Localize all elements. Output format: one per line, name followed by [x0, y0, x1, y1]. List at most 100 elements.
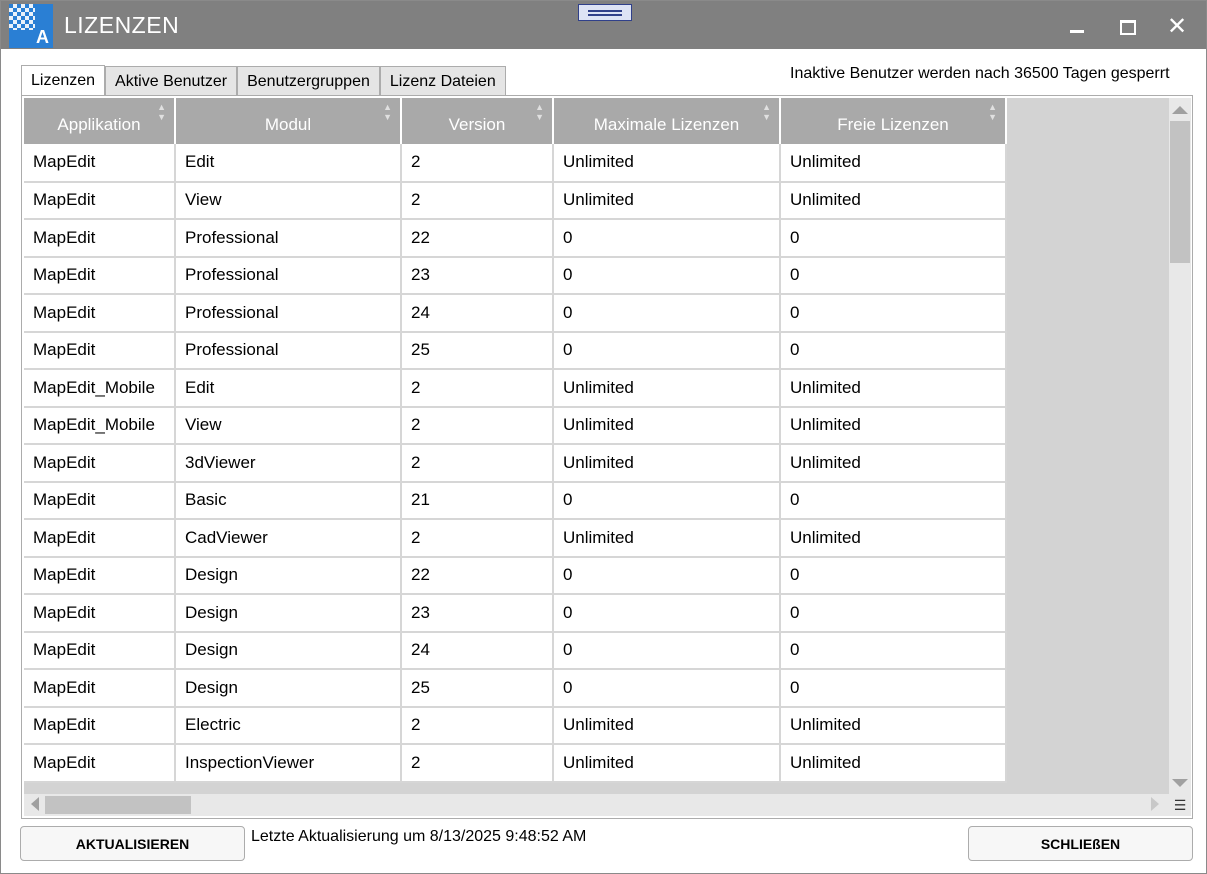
app-logo-icon: A [9, 4, 53, 48]
cell-modul: Design [175, 556, 402, 595]
license-window: A LIZENZEN ✕ Lizenzen Aktive Benutzer Be… [0, 0, 1207, 874]
close-button[interactable]: SCHLIEßEN [968, 826, 1193, 861]
cell-applikation: MapEdit [24, 294, 176, 333]
cell-modul: 3dViewer [175, 444, 402, 483]
table-row[interactable]: MapEdit Design 22 0 0 [24, 556, 1007, 595]
maximize-icon[interactable] [1112, 11, 1142, 41]
cell-maximale-lizenzen: 0 [553, 556, 781, 595]
cell-freie-lizenzen: 0 [780, 594, 1007, 633]
title-bar[interactable]: A LIZENZEN ✕ [1, 1, 1206, 49]
table-row[interactable]: MapEdit CadViewer 2 Unlimited Unlimited [24, 519, 1007, 558]
cell-freie-lizenzen: Unlimited [780, 706, 1007, 745]
cell-version: 2 [401, 406, 554, 445]
cell-maximale-lizenzen: 0 [553, 631, 781, 670]
table-row[interactable]: MapEdit 3dViewer 2 Unlimited Unlimited [24, 444, 1007, 483]
horizontal-scroll-thumb[interactable] [45, 796, 191, 814]
cell-maximale-lizenzen: 0 [553, 256, 781, 295]
tab-lizenz-dateien[interactable]: Lizenz Dateien [379, 66, 506, 97]
cell-maximale-lizenzen: Unlimited [553, 181, 781, 220]
sort-icon: ▲ ▼ [383, 102, 392, 122]
cell-version: 2 [401, 369, 554, 408]
cell-version: 2 [401, 444, 554, 483]
cell-maximale-lizenzen: 0 [553, 669, 781, 708]
cell-modul: Professional [175, 256, 402, 295]
cell-maximale-lizenzen: Unlimited [553, 744, 781, 783]
cell-freie-lizenzen: 0 [780, 669, 1007, 708]
table-row[interactable]: MapEdit_Mobile View 2 Unlimited Unlimited [24, 406, 1007, 445]
table-row[interactable]: MapEdit Design 24 0 0 [24, 631, 1007, 670]
table-row[interactable]: MapEdit Design 23 0 0 [24, 594, 1007, 633]
cell-modul: Design [175, 669, 402, 708]
table-row[interactable]: MapEdit_Mobile Edit 2 Unlimited Unlimited [24, 369, 1007, 408]
table-row[interactable]: MapEdit View 2 Unlimited Unlimited [24, 181, 1007, 220]
column-header-maximale-lizenzen[interactable]: ▲ ▼ Maximale Lizenzen [553, 98, 781, 144]
close-icon[interactable]: ✕ [1162, 11, 1192, 41]
column-header-label: Maximale Lizenzen [593, 115, 740, 134]
column-header-modul[interactable]: ▲ ▼ Modul [175, 98, 402, 144]
cell-applikation: MapEdit [24, 481, 176, 520]
cell-freie-lizenzen: 0 [780, 294, 1007, 333]
scroll-left-icon[interactable] [31, 797, 39, 811]
cell-maximale-lizenzen: Unlimited [553, 519, 781, 558]
vertical-scrollbar[interactable] [1169, 98, 1191, 794]
tab-strip: Lizenzen Aktive Benutzer Benutzergruppen… [21, 65, 506, 97]
cell-maximale-lizenzen: Unlimited [553, 369, 781, 408]
cell-version: 2 [401, 519, 554, 558]
cell-maximale-lizenzen: 0 [553, 331, 781, 370]
cell-maximale-lizenzen: 0 [553, 481, 781, 520]
tab-benutzergruppen[interactable]: Benutzergruppen [237, 66, 380, 97]
cell-freie-lizenzen: 0 [780, 219, 1007, 258]
drag-handle-icon[interactable] [578, 4, 632, 21]
tab-lizenzen[interactable]: Lizenzen [21, 65, 106, 97]
tab-aktive-benutzer[interactable]: Aktive Benutzer [105, 66, 238, 97]
cell-applikation: MapEdit [24, 556, 176, 595]
table-row[interactable]: MapEdit Professional 24 0 0 [24, 294, 1007, 333]
sort-icon: ▲ ▼ [762, 102, 771, 122]
table-body: MapEdit Edit 2 Unlimited Unlimited MapEdit Vie… [24, 144, 1007, 783]
minimize-icon[interactable] [1062, 11, 1092, 41]
table-row[interactable]: MapEdit InspectionViewer 2 Unlimited Unlimit… [24, 744, 1007, 783]
column-chooser-icon[interactable]: ☰ [1169, 794, 1191, 816]
cell-maximale-lizenzen: 0 [553, 594, 781, 633]
table-row[interactable]: MapEdit Professional 23 0 0 [24, 256, 1007, 295]
cell-freie-lizenzen: Unlimited [780, 144, 1007, 183]
table-row[interactable]: MapEdit Electric 2 Unlimited Unlimited [24, 706, 1007, 745]
table-row[interactable]: MapEdit Design 25 0 0 [24, 669, 1007, 708]
cell-applikation: MapEdit [24, 594, 176, 633]
cell-applikation: MapEdit [24, 631, 176, 670]
horizontal-scrollbar[interactable] [24, 794, 1169, 816]
scroll-right-icon[interactable] [1151, 797, 1159, 811]
cell-freie-lizenzen: 0 [780, 331, 1007, 370]
table-row[interactable]: MapEdit Professional 25 0 0 [24, 331, 1007, 370]
cell-modul: Professional [175, 331, 402, 370]
cell-version: 23 [401, 256, 554, 295]
table-row[interactable]: MapEdit Edit 2 Unlimited Unlimited [24, 144, 1007, 183]
scroll-up-icon[interactable] [1172, 106, 1188, 114]
inactive-users-note: Inaktive Benutzer werden nach 36500 Tage… [790, 65, 1170, 82]
column-header-label: Freie Lizenzen [837, 115, 949, 134]
app-logo-pattern [9, 4, 35, 30]
cell-modul: Electric [175, 706, 402, 745]
vertical-scroll-thumb[interactable] [1170, 121, 1190, 263]
cell-modul: InspectionViewer [175, 744, 402, 783]
cell-maximale-lizenzen: Unlimited [553, 406, 781, 445]
cell-applikation: MapEdit [24, 444, 176, 483]
cell-freie-lizenzen: Unlimited [780, 744, 1007, 783]
sort-icon: ▲ ▼ [157, 102, 166, 122]
table-row[interactable]: MapEdit Professional 22 0 0 [24, 219, 1007, 258]
last-update-text: Letzte Aktualisierung um 8/13/2025 9:48:… [251, 828, 587, 845]
cell-modul: View [175, 406, 402, 445]
cell-applikation: MapEdit [24, 331, 176, 370]
scroll-down-icon[interactable] [1172, 779, 1188, 787]
table-row[interactable]: MapEdit Basic 21 0 0 [24, 481, 1007, 520]
cell-applikation: MapEdit [24, 669, 176, 708]
column-header-label: Version [448, 115, 506, 134]
column-header-version[interactable]: ▲ ▼ Version [401, 98, 554, 144]
cell-maximale-lizenzen: Unlimited [553, 144, 781, 183]
refresh-button[interactable]: AKTUALISIEREN [20, 826, 245, 861]
window-title: LIZENZEN [64, 12, 180, 38]
column-header-freie-lizenzen[interactable]: ▲ ▼ Freie Lizenzen [780, 98, 1007, 144]
column-header-applikation[interactable]: ▲ ▼ Applikation [24, 98, 176, 144]
cell-freie-lizenzen: 0 [780, 631, 1007, 670]
cell-applikation: MapEdit [24, 181, 176, 220]
